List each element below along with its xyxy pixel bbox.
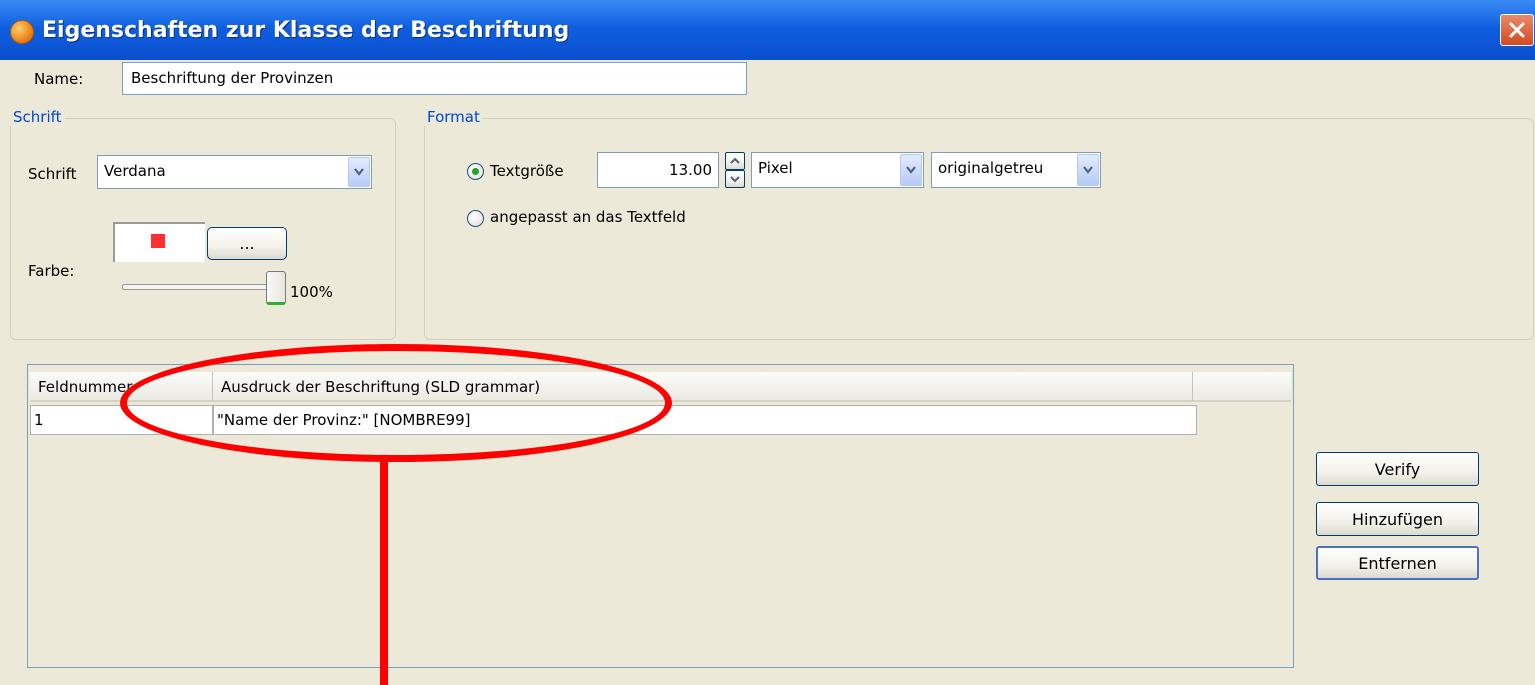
close-icon bbox=[1509, 22, 1525, 38]
chevron-down-icon bbox=[906, 166, 916, 174]
spinner-down-button[interactable] bbox=[725, 170, 745, 188]
chevron-down-icon bbox=[730, 176, 740, 183]
chevron-up-icon bbox=[730, 157, 740, 164]
opacity-slider-track[interactable] bbox=[122, 284, 274, 290]
name-label: Name: bbox=[34, 70, 84, 88]
chevron-down-icon bbox=[354, 168, 364, 176]
annotation-pointer-line bbox=[380, 460, 388, 685]
textsize-input-value: 13.00 bbox=[669, 161, 712, 179]
opacity-slider-handle[interactable] bbox=[266, 271, 286, 305]
color-preview[interactable] bbox=[113, 222, 205, 262]
fit-radio[interactable] bbox=[467, 210, 484, 227]
column-header-filler bbox=[1193, 372, 1291, 402]
opacity-value: 100% bbox=[290, 283, 333, 301]
mode-select-value: originalgetreu bbox=[938, 159, 1044, 177]
title-bar: Eigenschaften zur Klasse der Beschriftun… bbox=[0, 0, 1535, 60]
schrift-group-title: Schrift bbox=[10, 108, 65, 126]
chevron-down-icon bbox=[1083, 166, 1093, 174]
unit-select-dropdown[interactable] bbox=[900, 154, 922, 186]
app-icon bbox=[10, 20, 34, 44]
textsize-radio-dot bbox=[472, 168, 479, 175]
annotation-ellipse bbox=[120, 344, 672, 462]
textsize-spinner[interactable] bbox=[725, 152, 745, 188]
verify-button[interactable]: Verify bbox=[1316, 452, 1479, 486]
name-input-value: Beschriftung der Provinzen bbox=[131, 69, 334, 87]
window-title: Eigenschaften zur Klasse der Beschriftun… bbox=[42, 18, 570, 43]
font-select[interactable]: Verdana bbox=[97, 155, 372, 189]
color-picker-button[interactable]: ... bbox=[207, 227, 287, 260]
format-group-title: Format bbox=[424, 108, 483, 126]
remove-button[interactable]: Entfernen bbox=[1316, 546, 1479, 580]
color-swatch bbox=[151, 234, 165, 248]
mode-select-dropdown[interactable] bbox=[1077, 154, 1099, 186]
textsize-input[interactable]: 13.00 bbox=[597, 152, 719, 188]
font-label: Schrift bbox=[28, 165, 77, 183]
close-button[interactable] bbox=[1500, 14, 1534, 46]
fit-radio-label: angepasst an das Textfeld bbox=[490, 208, 686, 226]
color-label: Farbe: bbox=[28, 262, 75, 280]
font-select-value: Verdana bbox=[104, 162, 166, 180]
mode-select[interactable]: originalgetreu bbox=[931, 152, 1101, 188]
unit-select[interactable]: Pixel bbox=[751, 152, 924, 188]
add-button[interactable]: Hinzufügen bbox=[1316, 502, 1479, 536]
font-select-dropdown[interactable] bbox=[348, 157, 370, 187]
unit-select-value: Pixel bbox=[758, 159, 793, 177]
textsize-radio-label: Textgröße bbox=[490, 162, 564, 180]
textsize-radio[interactable] bbox=[467, 163, 484, 180]
spinner-up-button[interactable] bbox=[725, 152, 745, 170]
name-input[interactable]: Beschriftung der Provinzen bbox=[122, 62, 747, 95]
